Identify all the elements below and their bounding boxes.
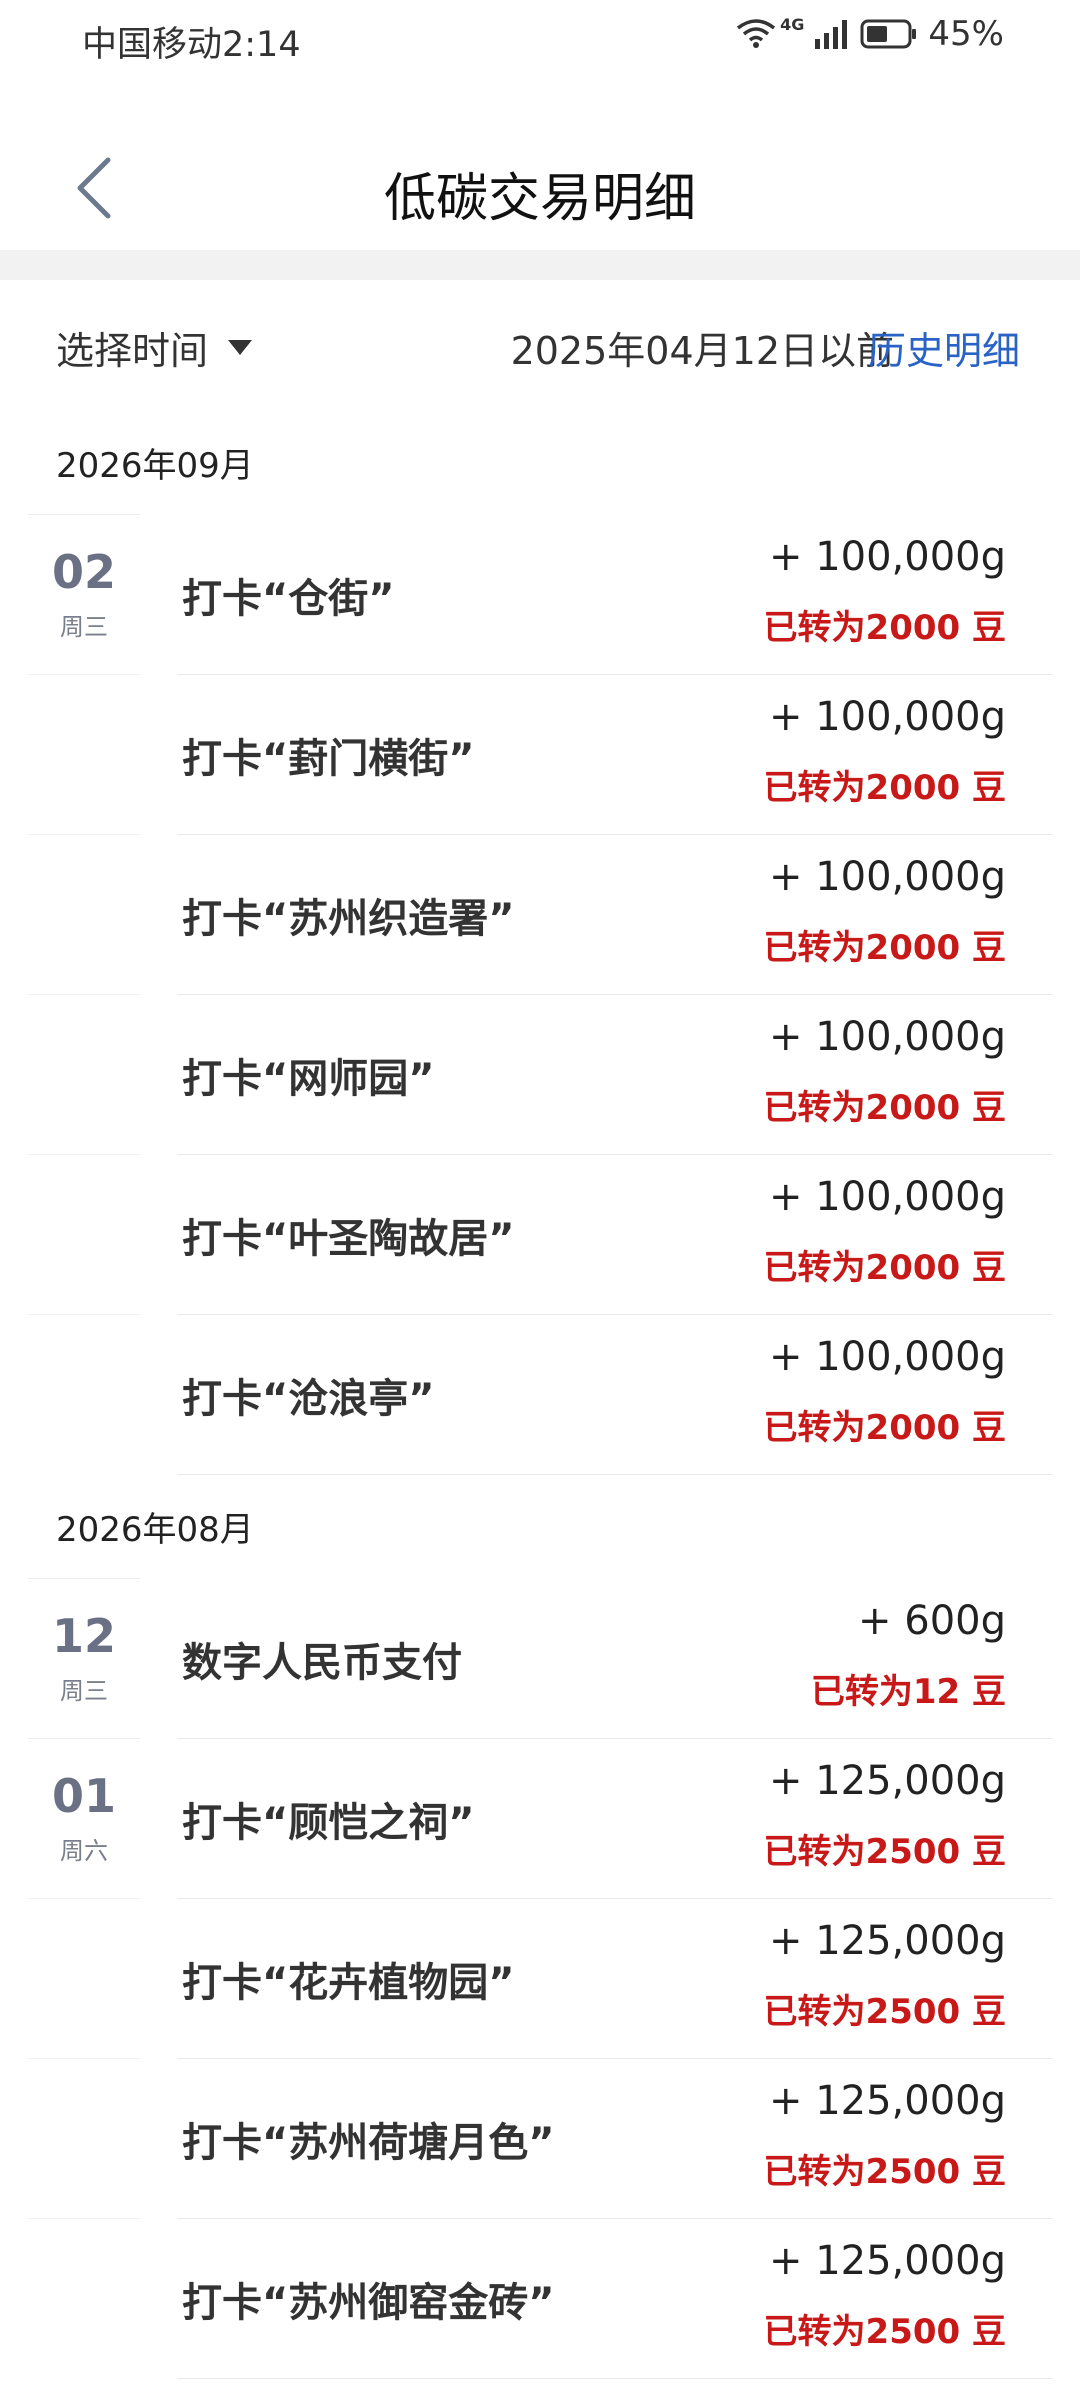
transaction-amount: + 125,000g <box>768 1918 1006 1964</box>
converted-beans: 已转为2500 豆 <box>763 2312 1006 2352</box>
transaction-row[interactable]: 打卡“叶圣陶故居” + 100,000g 已转为2000 豆 <box>0 1154 1080 1315</box>
transaction-name: 打卡“仓街” <box>182 576 395 622</box>
converted-beans: 已转为2000 豆 <box>763 1408 1006 1448</box>
date-column: 12 周三 <box>28 1578 140 1739</box>
transaction-name: 打卡“苏州织造署” <box>182 896 515 942</box>
day-number: 12 <box>51 1609 116 1663</box>
transaction-name: 打卡“花卉植物园” <box>182 1960 515 2006</box>
transaction-body: 打卡“花卉植物园” + 125,000g 已转为2500 豆 <box>178 1898 1052 2059</box>
filter-bar: 选择时间 2025年04月12日以前 历史明细 <box>0 280 1080 410</box>
month-header: 2026年08月 <box>0 1474 1080 1578</box>
transaction-body: 打卡“叶圣陶故居” + 100,000g 已转为2000 豆 <box>178 1154 1052 1315</box>
transaction-row[interactable]: 02 周三 打卡“仓街” + 100,000g 已转为2000 豆 <box>0 514 1080 675</box>
transaction-row[interactable]: 01 周六 打卡“顾恺之祠” + 125,000g 已转为2500 豆 <box>0 1738 1080 1899</box>
transaction-list: 2026年09月 02 周三 打卡“仓街” + 100,000g 已转为2000 豆打卡“… <box>0 410 1080 2379</box>
transaction-body: 打卡“苏州荷塘月色” + 125,000g 已转为2500 豆 <box>178 2058 1052 2219</box>
weekday-label: 周六 <box>60 1837 108 1865</box>
nav-header: 低碳交易明细 <box>0 120 1080 250</box>
converted-beans: 已转为12 豆 <box>810 1672 1006 1712</box>
weekday-label: 周三 <box>60 1677 108 1705</box>
transaction-row[interactable]: 打卡“网师园” + 100,000g 已转为2000 豆 <box>0 994 1080 1155</box>
transaction-body: 打卡“仓街” + 100,000g 已转为2000 豆 <box>178 514 1052 675</box>
transaction-body: 打卡“苏州御窑金砖” + 125,000g 已转为2500 豆 <box>178 2218 1052 2379</box>
month-label: 2026年09月 <box>56 446 254 486</box>
transaction-body: 打卡“网师园” + 100,000g 已转为2000 豆 <box>178 994 1052 1155</box>
transaction-amount: + 125,000g <box>768 2078 1006 2124</box>
transaction-name: 打卡“沧浪亭” <box>182 1376 435 1422</box>
converted-beans: 已转为2500 豆 <box>763 2152 1006 2192</box>
date-column <box>28 994 140 1155</box>
weekday-label: 周三 <box>60 613 108 641</box>
date-column: 01 周六 <box>28 1738 140 1899</box>
converted-beans: 已转为2000 豆 <box>763 1088 1006 1128</box>
converted-beans: 已转为2000 豆 <box>763 928 1006 968</box>
battery-percent: 45% <box>928 14 1004 54</box>
transaction-body: 打卡“顾恺之祠” + 125,000g 已转为2500 豆 <box>178 1738 1052 1899</box>
converted-beans: 已转为2500 豆 <box>763 1992 1006 2032</box>
transaction-body: 打卡“苏州织造署” + 100,000g 已转为2000 豆 <box>178 834 1052 995</box>
transaction-row[interactable]: 打卡“苏州御窑金砖” + 125,000g 已转为2500 豆 <box>0 2218 1080 2379</box>
date-column <box>28 834 140 995</box>
select-time-dropdown[interactable]: 选择时间 <box>56 320 253 375</box>
transaction-name: 打卡“苏州荷塘月色” <box>182 2120 555 2166</box>
converted-beans: 已转为2500 豆 <box>763 1832 1006 1872</box>
converted-beans: 已转为2000 豆 <box>763 1248 1006 1288</box>
transaction-name: 打卡“顾恺之祠” <box>182 1800 475 1846</box>
month-label: 2026年08月 <box>56 1510 254 1550</box>
month-header: 2026年09月 <box>0 410 1080 514</box>
transaction-name: 打卡“网师园” <box>182 1056 435 1102</box>
transaction-amount: + 125,000g <box>768 2238 1006 2284</box>
battery-icon <box>860 19 917 49</box>
date-column <box>28 1154 140 1315</box>
wifi-icon <box>737 19 776 48</box>
select-time-label: 选择时间 <box>56 329 209 373</box>
transaction-body: 打卡“葑门横街” + 100,000g 已转为2000 豆 <box>178 674 1052 835</box>
day-number: 01 <box>51 1769 116 1823</box>
caret-down-icon <box>228 340 253 355</box>
date-column <box>28 2218 140 2379</box>
transaction-amount: + 125,000g <box>768 1758 1006 1804</box>
date-column <box>28 1898 140 2059</box>
transaction-amount: + 100,000g <box>768 1174 1006 1220</box>
network-type: 4G <box>780 14 805 34</box>
transaction-amount: + 100,000g <box>768 694 1006 740</box>
date-column <box>28 2058 140 2219</box>
transaction-amount: + 100,000g <box>768 1334 1006 1380</box>
transaction-name: 数字人民币支付 <box>182 1640 462 1686</box>
transaction-row[interactable]: 打卡“葑门横街” + 100,000g 已转为2000 豆 <box>0 674 1080 835</box>
transaction-name: 打卡“苏州御窑金砖” <box>182 2280 555 2326</box>
converted-beans: 已转为2000 豆 <box>763 768 1006 808</box>
transaction-body: 打卡“沧浪亭” + 100,000g 已转为2000 豆 <box>178 1314 1052 1475</box>
transaction-body: 数字人民币支付 + 600g 已转为12 豆 <box>178 1578 1052 1739</box>
status-icons: 4G 45% <box>736 14 1004 54</box>
status-bar: 中国移动2:14 4G 45% <box>0 0 1080 72</box>
before-date-label: 2025年04月12日以前 <box>510 329 894 373</box>
converted-beans: 已转为2000 豆 <box>763 608 1006 648</box>
date-column <box>28 1314 140 1475</box>
transaction-row[interactable]: 打卡“沧浪亭” + 100,000g 已转为2000 豆 <box>0 1314 1080 1475</box>
signal-icon <box>815 20 848 49</box>
page-title: 低碳交易明细 <box>383 169 696 229</box>
transaction-row[interactable]: 12 周三 数字人民币支付 + 600g 已转为12 豆 <box>0 1578 1080 1739</box>
transaction-amount: + 100,000g <box>768 854 1006 900</box>
transaction-row[interactable]: 打卡“苏州荷塘月色” + 125,000g 已转为2500 豆 <box>0 2058 1080 2219</box>
transaction-name: 打卡“葑门横街” <box>182 736 475 782</box>
carrier-time: 中国移动2:14 <box>82 25 301 65</box>
transaction-row[interactable]: 打卡“花卉植物园” + 125,000g 已转为2500 豆 <box>0 1898 1080 2059</box>
transaction-row[interactable]: 打卡“苏州织造署” + 100,000g 已转为2000 豆 <box>0 834 1080 995</box>
transaction-amount: + 100,000g <box>768 1014 1006 1060</box>
day-number: 02 <box>51 545 116 599</box>
history-details-link[interactable]: 历史明细 <box>868 320 1020 375</box>
transaction-amount: + 100,000g <box>768 534 1006 580</box>
transaction-name: 打卡“叶圣陶故居” <box>182 1216 515 1262</box>
transaction-amount: + 600g <box>858 1598 1006 1644</box>
date-column: 02 周三 <box>28 514 140 675</box>
header-divider <box>0 250 1080 280</box>
date-column <box>28 674 140 835</box>
